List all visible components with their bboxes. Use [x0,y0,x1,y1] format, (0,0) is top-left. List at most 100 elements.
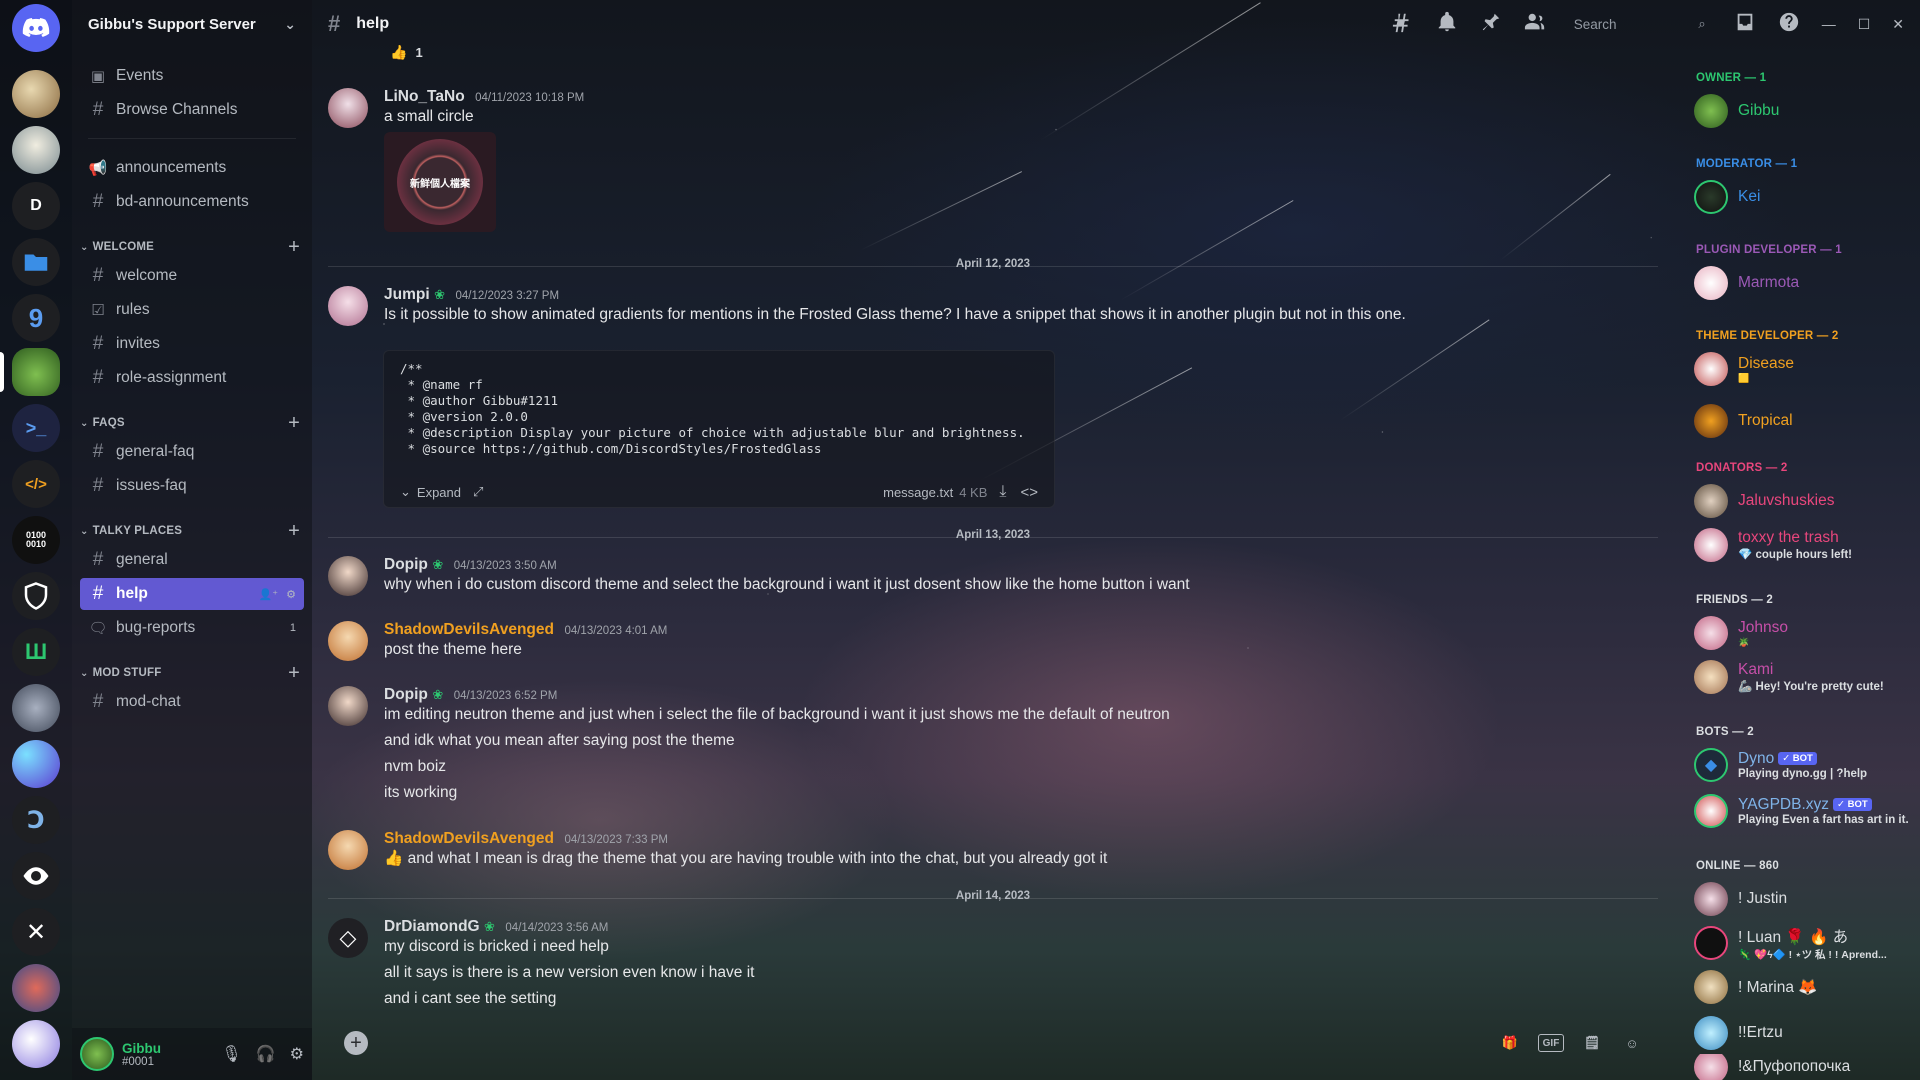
channel-general[interactable]: # general [80,544,304,576]
avatar[interactable] [328,286,368,326]
view-source-icon[interactable]: <> [1020,484,1038,501]
code-server-icon[interactable]: </> [12,460,60,508]
gear-icon[interactable]: ⚙ [286,588,296,601]
member-item[interactable]: Johnso 🪴 [1694,612,1914,654]
channel-role-assignment[interactable]: # role-assignment [80,362,304,394]
member-item[interactable]: ◆ Dyno ✓ BOT Playing dyno.gg | ?help [1694,744,1914,786]
add-channel-icon[interactable]: + [288,520,300,543]
add-attachment-button[interactable]: + [344,1031,368,1055]
channel-bd-announcements[interactable]: # bd-announcements [80,186,304,218]
add-channel-icon[interactable]: + [288,236,300,259]
category-talky-places[interactable]: ⌄ TALKY PLACES + [80,519,304,543]
category-faqs[interactable]: ⌄ FAQS + [80,411,304,435]
channel-bug-reports[interactable]: 🗨 bug-reports 1 [80,612,304,644]
folder-icon[interactable] [12,238,60,286]
channel-general-faq[interactable]: # general-faq [80,436,304,468]
server-icon[interactable] [12,964,60,1012]
help-icon[interactable] [1778,11,1800,38]
download-icon[interactable]: ⤓ [999,483,1006,501]
message-author[interactable]: Jumpi [384,286,430,303]
server-icon[interactable]: 9 [12,294,60,342]
members-icon[interactable] [1524,11,1546,38]
server-icon[interactable] [12,126,60,174]
gear-icon[interactable]: ⚙ [290,1044,304,1064]
channel-issues-faq[interactable]: # issues-faq [80,470,304,502]
member-item[interactable]: Gibbu [1694,90,1914,132]
bell-icon[interactable] [1436,11,1458,38]
channel-help[interactable]: # help 👤⁺ ⚙ [80,578,304,610]
server-icon[interactable]: Ш [12,628,60,676]
member-item[interactable]: Tropical [1694,400,1914,442]
channel-announcements[interactable]: 📢 announcements [80,152,304,184]
server-letter-icon[interactable]: D [12,182,60,230]
channel-rules[interactable]: ☑ rules [80,294,304,326]
avatar[interactable] [328,686,368,726]
member-item[interactable]: Kei [1694,176,1914,218]
message-composer[interactable]: + 🎁 GIF 🗒 ☺ [328,1018,1660,1068]
gift-icon[interactable]: 🎁 [1498,1031,1522,1055]
server-icon[interactable] [12,1020,60,1068]
member-item[interactable]: Disease 🟨 [1694,348,1914,390]
threads-icon[interactable] [1392,11,1414,38]
gif-button[interactable]: GIF [1538,1034,1564,1052]
headphones-icon[interactable]: 🎧 [256,1044,276,1064]
member-item[interactable]: Kami 🦾 Hey! You're pretty cute! [1694,656,1914,698]
member-item[interactable]: ! Justin [1694,878,1914,920]
expand-button[interactable]: ⌄ Expand ⤢ [400,484,483,500]
server-icon[interactable]: Ↄ [12,796,60,844]
member-item[interactable]: Marmota [1694,262,1914,304]
message-author[interactable]: Dopip [384,556,428,573]
image-attachment[interactable]: 新鲜個人檔案 [384,132,496,232]
member-item[interactable]: ! Marina 🦊 [1694,966,1914,1008]
emoji-icon[interactable]: ☺ [1620,1031,1644,1055]
category-welcome[interactable]: ⌄ WELCOME + [80,235,304,259]
avatar[interactable]: ◇ [328,918,368,958]
binary-server-icon[interactable]: 0100 0010 [12,516,60,564]
member-item[interactable]: !!Ertzu [1694,1012,1914,1054]
inbox-icon[interactable] [1734,11,1756,38]
avatar[interactable] [328,830,368,870]
channel-welcome[interactable]: # welcome [80,260,304,292]
avatar[interactable] [328,556,368,596]
category-mod-stuff[interactable]: ⌄ MOD STUFF + [80,661,304,685]
create-invite-icon[interactable]: 👤⁺ [259,588,279,601]
avatar[interactable] [328,621,368,661]
member-item[interactable]: ! Luan 🌹 🔥 あ 🦎 💖ϟ🔷 ! ⋆ツ 私 ! ! Aprend... [1694,922,1914,964]
sticker-icon[interactable]: 🗒 [1580,1031,1604,1055]
message-author[interactable]: LiNo_TaNo [384,88,465,105]
member-item[interactable]: toxxy the trash 💎 couple hours left! [1694,524,1914,566]
sidebar-item-events[interactable]: ▣ Events [80,60,304,92]
eye-server-icon[interactable] [12,852,60,900]
search-input[interactable]: Search ⌕ [1568,12,1712,36]
maximize-button[interactable]: ☐ [1858,16,1871,33]
home-button[interactable] [12,4,60,52]
server-icon-gibbu[interactable] [12,348,60,396]
server-icon[interactable] [12,684,60,732]
pin-icon[interactable] [1480,11,1502,38]
user-info[interactable]: Gibbu #0001 [122,1041,161,1068]
terminal-server-icon[interactable]: >_ [12,404,60,452]
channel-mod-chat[interactable]: # mod-chat [80,686,304,718]
message-author[interactable]: ShadowDevilsAvenged [384,621,554,638]
message-author[interactable]: Dopip [384,686,428,703]
server-icon[interactable] [12,740,60,788]
message-author[interactable]: ShadowDevilsAvenged [384,830,554,847]
member-item[interactable]: YAGPDB.xyz ✓ BOT Playing Even a fart has … [1694,790,1914,832]
server-icon[interactable]: ✕ [12,908,60,956]
close-button[interactable]: ✕ [1892,16,1904,33]
member-item[interactable]: !&Пуфопопочка [1694,1054,1914,1080]
add-channel-icon[interactable]: + [288,662,300,685]
server-icon[interactable] [12,70,60,118]
reaction-thumbs-up[interactable]: 👍 1 [390,44,423,61]
channel-invites[interactable]: # invites [80,328,304,360]
sidebar-item-browse-channels[interactable]: # Browse Channels [80,94,304,126]
minimize-button[interactable]: — [1822,16,1836,32]
avatar[interactable] [80,1037,114,1071]
microphone-icon[interactable]: 🎙 [221,1044,241,1064]
member-item[interactable]: Jaluvshuskies [1694,480,1914,522]
message-author[interactable]: DrDiamondG [384,918,480,935]
server-header[interactable]: Gibbu's Support Server ⌄ [72,0,312,48]
avatar[interactable] [328,88,368,128]
shield-server-icon[interactable] [12,572,60,620]
add-channel-icon[interactable]: + [288,412,300,435]
